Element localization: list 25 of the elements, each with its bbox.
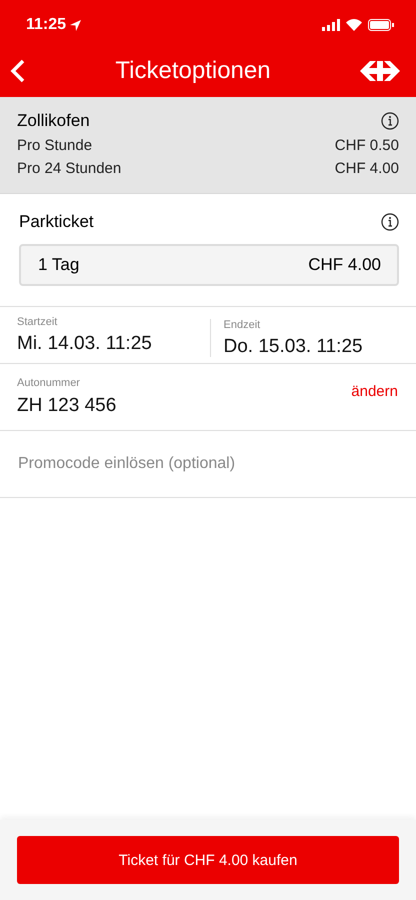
plate-label: Autonummer xyxy=(17,377,81,389)
time-label: Endzeit xyxy=(224,318,262,330)
signal-icon xyxy=(322,19,340,31)
battery-icon xyxy=(368,19,394,31)
back-icon[interactable] xyxy=(10,58,26,82)
duration-select[interactable]: 1 Tag CHF 4.00 xyxy=(19,244,399,286)
time-value[interactable]: Mi. 14.03. 11:25 xyxy=(17,332,210,354)
screen-title: Ticketoptionen xyxy=(115,56,271,84)
logo-icon xyxy=(360,60,400,82)
rate-label: Pro Stunde xyxy=(17,137,92,154)
time-label: Startzeit xyxy=(17,316,58,328)
location-name: Zollikofen xyxy=(17,111,90,131)
change-link[interactable]: ändern xyxy=(351,382,398,400)
info-icon[interactable] xyxy=(381,213,399,231)
rate-label: Pro 24 Stunden xyxy=(17,160,122,177)
rate-price: CHF 0.50 xyxy=(334,137,399,154)
buy-button[interactable]: Ticket für CHF 4.00 kaufen xyxy=(17,836,399,884)
status-time: 11:25 xyxy=(26,16,82,34)
wifi-icon xyxy=(346,19,362,31)
time-value[interactable]: Do. 15.03. 11:25 xyxy=(224,336,416,358)
ticket-title: Parkticket xyxy=(19,212,94,232)
rate-price: CHF 4.00 xyxy=(334,160,399,177)
location-arrow-icon xyxy=(70,20,82,30)
plate-value: ZH 123 456 xyxy=(17,395,116,417)
info-icon[interactable] xyxy=(381,112,399,130)
